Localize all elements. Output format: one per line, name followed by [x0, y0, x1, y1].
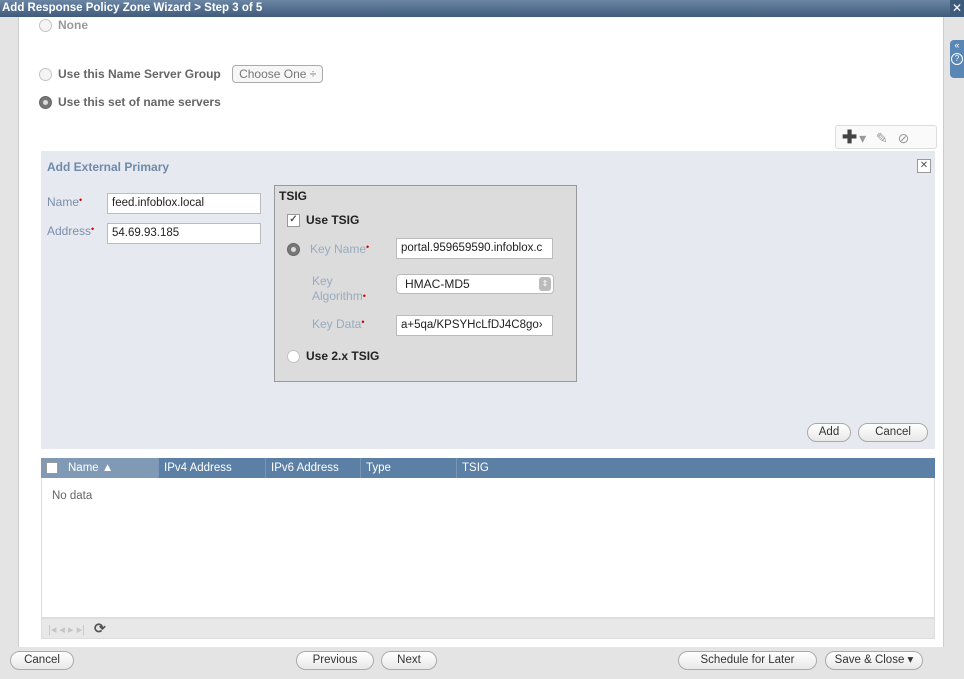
name-field[interactable]: feed.infoblox.local: [107, 193, 261, 214]
use-2x-tsig-label: Use 2.x TSIG: [306, 349, 380, 363]
panel-close-icon[interactable]: ✕: [917, 159, 931, 173]
key-algorithm-label-line2-row: Algorithm•: [312, 289, 366, 304]
close-icon[interactable]: ✕: [950, 0, 964, 17]
option-ns-group[interactable]: Use this Name Server Group Choose One ÷: [39, 65, 324, 83]
use-tsig-option[interactable]: ✓ Use TSIG: [287, 213, 360, 228]
grid-toolbar: ✚ ▾ ✎ ⊘: [835, 125, 937, 149]
key-name-row: Key Name•: [287, 242, 369, 257]
column-name[interactable]: Name ▲: [41, 458, 159, 478]
collapse-icon[interactable]: «: [954, 40, 959, 50]
use-2x-tsig-radio[interactable]: [287, 350, 300, 364]
wizard-title-bar: Add Response Policy Zone Wizard > Step 3…: [0, 0, 950, 17]
cancel-form-button[interactable]: Cancel: [858, 423, 928, 442]
edit-icon[interactable]: ✎: [876, 127, 888, 149]
key-name-radio[interactable]: [287, 243, 300, 257]
delete-icon[interactable]: ⊘: [898, 127, 910, 149]
key-algorithm-label-line1: Key: [312, 274, 333, 288]
help-icon[interactable]: ?: [951, 53, 963, 65]
refresh-icon[interactable]: ⟳: [94, 620, 106, 636]
column-type[interactable]: Type: [361, 458, 457, 478]
key-name-label-text: Key Name: [310, 242, 367, 256]
add-dropdown-icon[interactable]: ▾: [859, 127, 866, 149]
wizard-footer: Cancel Previous Next Schedule for Later …: [0, 647, 964, 679]
address-label: Address•: [47, 224, 94, 238]
select-arrows-icon: ⇕: [539, 277, 551, 291]
key-algorithm-select[interactable]: HMAC-MD5 ⇕: [396, 274, 554, 294]
option-name-server-set[interactable]: Use this set of name servers: [39, 95, 221, 110]
required-mark: •: [362, 291, 366, 301]
required-mark: •: [366, 242, 370, 252]
key-data-label-text: Key Data: [312, 317, 362, 331]
use-tsig-label: Use TSIG: [306, 213, 360, 227]
column-ipv4[interactable]: IPv4 Address: [159, 458, 266, 478]
key-algorithm-label: Key Algorithm•: [312, 274, 366, 304]
key-name-label: Key Name•: [310, 242, 369, 256]
wizard-content: None Use this Name Server Group Choose O…: [18, 17, 944, 647]
grid-header: Name ▲ IPv4 Address IPv6 Address Type TS…: [41, 458, 935, 478]
next-button[interactable]: Next: [381, 651, 437, 670]
grid-pager: |◂ ◂ ▸ ▸| ⟳: [41, 618, 935, 639]
pager-nav-icons: |◂ ◂ ▸ ▸|: [48, 624, 85, 636]
key-data-label: Key Data•: [312, 317, 365, 331]
panel-title: Add External Primary: [47, 160, 170, 174]
name-server-set-radio[interactable]: [39, 96, 52, 110]
name-label: Name•: [47, 195, 82, 209]
select-all-checkbox[interactable]: [46, 462, 58, 474]
grid-body: No data: [41, 478, 935, 618]
name-server-set-label: Use this set of name servers: [58, 95, 221, 109]
key-algorithm-value: HMAC-MD5: [405, 277, 470, 291]
use-2x-tsig-option[interactable]: Use 2.x TSIG: [287, 349, 380, 364]
save-close-button[interactable]: Save & Close ▾: [825, 651, 923, 670]
address-label-text: Address: [47, 224, 92, 238]
column-name-label: Name ▲: [68, 462, 114, 474]
no-data-text: No data: [52, 490, 93, 502]
address-field[interactable]: 54.69.93.185: [107, 223, 261, 244]
ns-group-select[interactable]: Choose One ÷: [232, 65, 324, 83]
column-tsig[interactable]: TSIG: [457, 458, 935, 478]
side-panel-tab[interactable]: « ?: [950, 40, 964, 78]
cancel-button[interactable]: Cancel: [10, 651, 74, 670]
add-button[interactable]: Add: [807, 423, 851, 442]
tsig-box: TSIG ✓ Use TSIG Key Name• portal.95965959…: [274, 185, 577, 382]
column-ipv6[interactable]: IPv6 Address: [266, 458, 361, 478]
key-data-field[interactable]: a+5qa/KPSYHcLfDJ4C8go›: [396, 315, 553, 336]
add-external-primary-panel: Add External Primary ✕ Name• feed.infobl…: [41, 151, 935, 449]
ns-group-label: Use this Name Server Group: [58, 67, 221, 81]
key-algorithm-label-line2: Algorithm: [312, 289, 363, 303]
schedule-for-later-button[interactable]: Schedule for Later: [678, 651, 817, 670]
key-name-field[interactable]: portal.959659590.infoblox.c: [396, 238, 553, 259]
option-none[interactable]: None: [39, 18, 88, 33]
required-mark: •: [361, 317, 365, 327]
wizard-title: Add Response Policy Zone Wizard > Step 3…: [2, 2, 263, 14]
tsig-title: TSIG: [279, 189, 308, 203]
required-mark: •: [91, 224, 95, 234]
required-mark: •: [79, 195, 83, 205]
name-label-text: Name: [47, 195, 80, 209]
use-tsig-checkbox[interactable]: ✓: [287, 214, 300, 228]
none-radio[interactable]: [39, 19, 52, 33]
previous-button[interactable]: Previous: [296, 651, 374, 670]
ns-group-radio[interactable]: [39, 68, 52, 82]
add-icon[interactable]: ✚: [842, 126, 857, 148]
none-label: None: [58, 18, 88, 32]
